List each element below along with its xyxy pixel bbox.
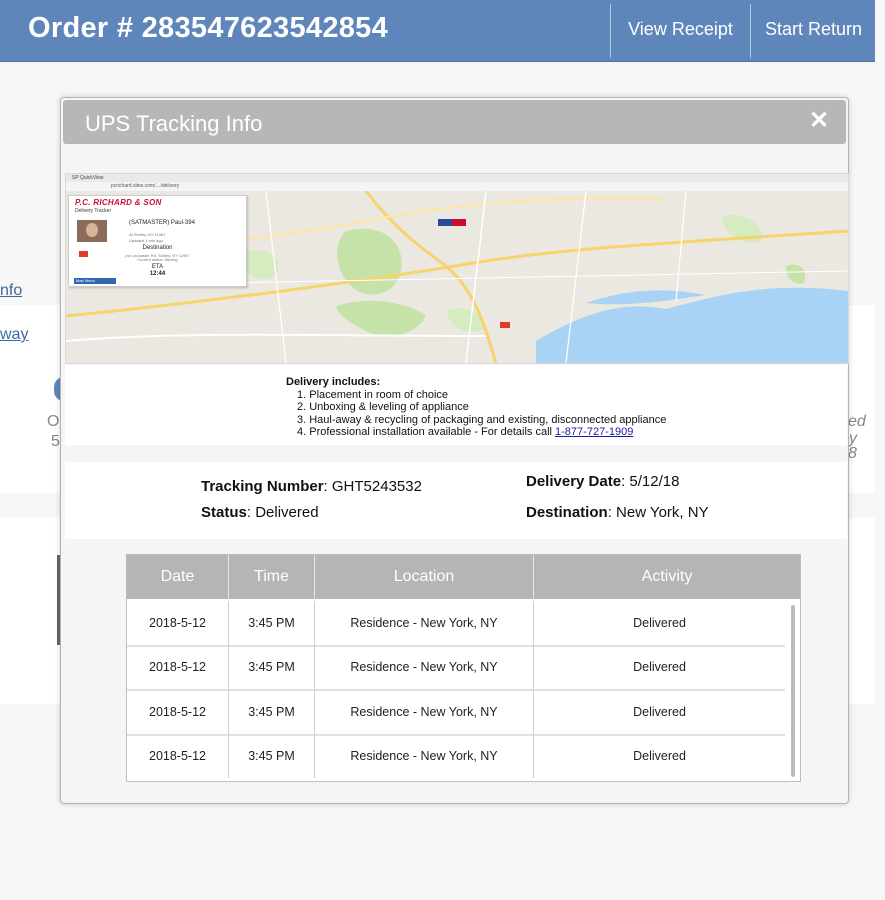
cell-date: 2018-5-12 — [127, 734, 229, 778]
modal-header: UPS Tracking Info ✕ — [63, 100, 846, 144]
delivery-date-label: Delivery Date — [526, 473, 622, 490]
cell-time: 3:45 PM — [229, 734, 315, 778]
cell-activity: Delivered — [633, 749, 686, 763]
background-info-link[interactable]: nfo — [0, 282, 22, 300]
delivery-tracker-screenshot: SP QuickView pcrichard.sites.com/…/deliv… — [65, 173, 849, 364]
cell-location: Residence - New York, NY — [315, 601, 534, 645]
cell-location: Residence - New York, NY — [315, 734, 534, 778]
modal-title: UPS Tracking Info — [85, 111, 263, 136]
column-header-location: Location — [315, 555, 534, 599]
current-status: Current status: Moving — [137, 257, 178, 262]
cell-time: 3:45 PM — [229, 645, 315, 689]
delivery-status: Status: Delivered — [201, 504, 319, 521]
background-text: 5 — [51, 433, 60, 450]
table-header: Date Time Location Activity — [127, 555, 800, 599]
column-header-activity: Activity — [641, 568, 693, 585]
destination-label: Destination — [142, 245, 173, 251]
tracker-title: Delivery Tracker — [75, 208, 112, 214]
tracking-number: Tracking Number: GHT5243532 — [201, 478, 422, 495]
tracking-modal: UPS Tracking Info ✕ SP QuickView pcricha… — [60, 97, 849, 804]
background-away-link[interactable]: way — [0, 326, 28, 344]
destination: Destination: New York, NY — [526, 504, 709, 521]
tracking-details: Tracking Number: GHT5243532 Status: Deli… — [65, 462, 847, 539]
status-label: Status — [201, 504, 247, 521]
includes-title: Delivery includes: — [286, 376, 381, 388]
browser-tab: SP QuickView — [72, 175, 104, 181]
driver-location: At Shirley, NY 11967 — [129, 232, 166, 237]
view-receipt-button[interactable]: View Receipt — [610, 4, 750, 58]
browser-tab-bar: SP QuickView — [66, 174, 848, 182]
table-row: 2018-5-12 3:45 PM Residence - New York, … — [127, 734, 785, 778]
driver-name: (SATMASTER) Paul-394 — [129, 220, 195, 226]
eta-label: ETA — [151, 264, 164, 270]
pc-richard-logo: P.C. RICHARD & SON — [75, 198, 162, 207]
tracking-number-value: GHT5243532 — [331, 478, 422, 495]
driver-updated: Updated 1 min ago — [129, 238, 163, 243]
table-row: 2018-5-12 3:45 PM Residence - New York, … — [127, 690, 785, 736]
background-text: O — [47, 413, 60, 430]
delivery-date-value: 5/12/18 — [629, 473, 680, 490]
cell-activity: Delivered — [633, 660, 686, 674]
cell-location: Residence - New York, NY — [315, 645, 534, 689]
table-row: 2018-5-12 3:45 PM Residence - New York, … — [127, 601, 785, 647]
tracking-number-label: Tracking Number — [201, 478, 324, 495]
map-menu-button: Map Menu — [74, 278, 116, 284]
status-value: Delivered — [255, 504, 319, 521]
cell-time: 3:45 PM — [229, 690, 315, 734]
table-row: 2018-5-12 3:45 PM Residence - New York, … — [127, 645, 785, 691]
cell-date: 2018-5-12 — [127, 690, 229, 734]
table-scrollbar[interactable] — [791, 605, 795, 777]
order-header: Order # 283547623542854 View Receipt Sta… — [0, 0, 875, 62]
cell-activity: Delivered — [633, 616, 686, 630]
list-item: 4. Professional installation available -… — [286, 426, 666, 438]
destination-value: New York, NY — [616, 504, 709, 521]
cell-activity: Delivered — [633, 705, 686, 719]
close-icon[interactable]: ✕ — [808, 108, 830, 134]
background-text: 8 — [848, 445, 857, 462]
phone-link[interactable]: 1-877-727-1909 — [555, 426, 633, 438]
driver-avatar — [77, 220, 107, 242]
cell-date: 2018-5-12 — [127, 601, 229, 645]
destination-label: Destination — [526, 504, 608, 521]
cell-time: 3:45 PM — [229, 601, 315, 645]
list-item: 2. Unboxing & leveling of appliance — [297, 401, 469, 414]
tracking-table: Date Time Location Activity 2018-5-12 3:… — [126, 554, 801, 782]
cell-date: 2018-5-12 — [127, 645, 229, 689]
cell-location: Residence - New York, NY — [315, 690, 534, 734]
list-item: 3. Haul-away & recycling of packaging an… — [297, 413, 667, 426]
delivery-includes: Delivery includes: 1. Placement in room … — [65, 365, 847, 445]
list-item: 1. Placement in room of choice — [297, 389, 449, 401]
start-return-button[interactable]: Start Return — [750, 4, 876, 58]
column-header-date: Date — [127, 555, 229, 599]
order-title: Order # 283547623542854 — [28, 12, 389, 44]
delivery-tracker-card: P.C. RICHARD & SON Delivery Tracker (SAT… — [68, 195, 247, 287]
includes-list: 1. Placement in room of choice 2. Unboxi… — [286, 389, 666, 438]
column-header-time: Time — [229, 555, 315, 599]
delivery-date: Delivery Date: 5/12/18 — [526, 473, 680, 490]
eta-time: 12:44 — [149, 271, 166, 277]
list-item-text: 4. Professional installation available -… — [297, 425, 556, 438]
background-text: ed — [848, 413, 866, 430]
browser-url: pcrichard.sites.com/…/delivery — [111, 183, 180, 189]
